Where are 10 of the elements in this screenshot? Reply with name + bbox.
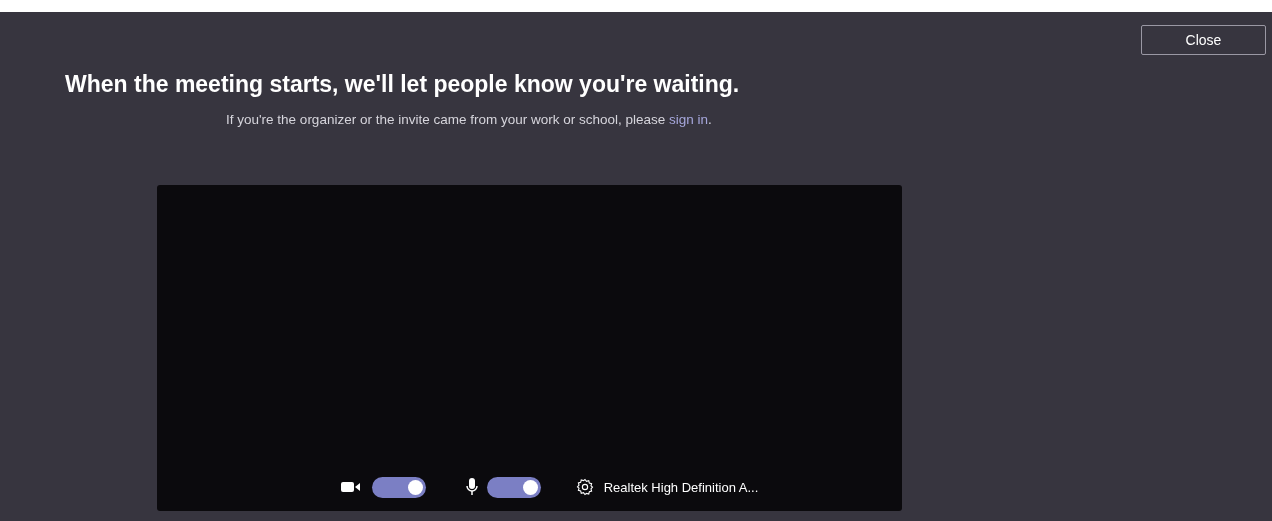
close-button[interactable]: Close [1141, 25, 1266, 55]
video-camera-icon [340, 481, 361, 494]
camera-toggle[interactable] [371, 476, 426, 498]
sign-in-link[interactable]: sign in [669, 111, 709, 127]
microphone-toggle[interactable] [486, 476, 541, 498]
microphone-icon [465, 478, 478, 497]
audio-device-label[interactable]: Realtek High Definition A... [603, 477, 759, 497]
subtitle: If you're the organizer or the invite came from your work or school, please sign in. [226, 110, 713, 129]
settings-icon [575, 478, 594, 497]
heading: When the meeting starts, we'll let people know you're waiting. [65, 70, 741, 99]
